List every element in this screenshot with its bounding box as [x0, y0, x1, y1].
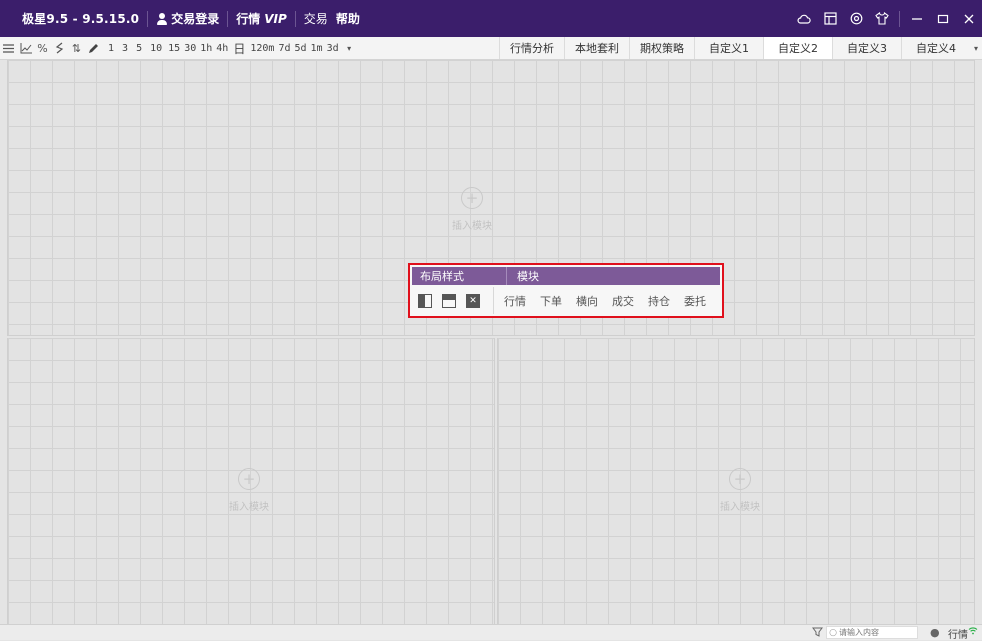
- insert-module-label: 插入模块: [720, 502, 760, 513]
- cloud-icon[interactable]: [791, 0, 817, 37]
- tab-option-strategy[interactable]: 期权策略: [629, 37, 694, 59]
- split-horizontal-icon[interactable]: [442, 293, 456, 308]
- layout-style-options: ✕: [412, 287, 494, 314]
- tab-custom-1[interactable]: 自定义1: [694, 37, 763, 59]
- workspace-tabs: 行情分析 本地套利 期权策略 自定义1 自定义2 自定义3 自定义4 ▾: [499, 37, 982, 60]
- period-1[interactable]: 1: [102, 43, 118, 54]
- search-box[interactable]: ○ 请输入内容: [826, 626, 918, 639]
- tab-custom-4[interactable]: 自定义4: [901, 37, 970, 59]
- workspace-pane-bottom-right[interactable]: + 插入模块: [497, 338, 975, 624]
- maximize-icon[interactable]: [930, 0, 956, 37]
- layout-icon[interactable]: [817, 0, 843, 37]
- tab-market-analysis[interactable]: 行情分析: [499, 37, 564, 59]
- period-7d[interactable]: 7d: [276, 43, 292, 54]
- user-icon: [156, 12, 168, 25]
- period-3d[interactable]: 3d: [325, 43, 341, 54]
- close-icon[interactable]: [956, 0, 982, 37]
- plus-icon: +: [238, 468, 260, 490]
- split-vertical-icon[interactable]: [418, 293, 432, 308]
- close-pane-icon[interactable]: ✕: [466, 293, 480, 308]
- period-5d[interactable]: 5d: [292, 43, 308, 54]
- tab-custom-2[interactable]: 自定义2: [763, 37, 832, 59]
- plus-icon: +: [461, 187, 483, 209]
- period-10[interactable]: 10: [146, 43, 166, 54]
- search-input[interactable]: 请输入内容: [839, 627, 879, 638]
- module-list: 行情 下单 横向 成交 持仓 委托: [494, 293, 720, 309]
- tab-custom-3[interactable]: 自定义3: [832, 37, 901, 59]
- module-header: 模块: [517, 270, 539, 283]
- period-5[interactable]: 5: [132, 43, 146, 54]
- period-3[interactable]: 3: [118, 43, 132, 54]
- module-fills[interactable]: 成交: [612, 293, 634, 309]
- period-120m[interactable]: 120m: [248, 43, 276, 54]
- period-15[interactable]: 15: [166, 43, 182, 54]
- separator: [899, 10, 900, 27]
- market-menu-label: 行情: [236, 12, 261, 26]
- settings-icon[interactable]: [843, 0, 869, 37]
- period-4h[interactable]: 4h: [214, 43, 230, 54]
- trade-login-label: 交易登录: [171, 12, 220, 26]
- period-day[interactable]: 日: [230, 40, 248, 57]
- module-market[interactable]: 行情: [504, 293, 526, 309]
- search-icon: ○: [829, 627, 837, 638]
- market-menu[interactable]: 行情 VIP: [228, 10, 295, 27]
- module-horizontal[interactable]: 横向: [576, 293, 598, 309]
- chat-icon[interactable]: ●: [930, 626, 940, 639]
- vip-badge[interactable]: VIP: [264, 12, 287, 26]
- popup-header: 布局样式 模块: [412, 267, 720, 285]
- module-orders[interactable]: 委托: [684, 293, 706, 309]
- notification-icon[interactable]: [812, 626, 823, 640]
- app-title: 极星9.5 - 9.5.15.0: [22, 12, 140, 26]
- module-positions[interactable]: 持仓: [648, 293, 670, 309]
- title-bar: 极星9.5 - 9.5.15.0 交易登录 行情 VIP 交易 帮助: [0, 0, 982, 37]
- period-dropdown-icon[interactable]: ▾: [341, 37, 358, 60]
- trade-login-button[interactable]: 交易登录: [148, 10, 227, 27]
- insert-module-button[interactable]: + 插入模块: [229, 468, 269, 513]
- shirt-icon[interactable]: [869, 0, 895, 37]
- layout-style-header: 布局样式: [412, 267, 507, 285]
- period-30[interactable]: 30: [182, 43, 198, 54]
- insert-module-button[interactable]: + 插入模块: [720, 468, 760, 513]
- status-bar: ○ 请输入内容 ● 行情: [0, 624, 982, 641]
- insert-module-label: 插入模块: [229, 502, 269, 513]
- percent-icon[interactable]: %: [34, 37, 51, 60]
- line-chart-icon[interactable]: [17, 37, 34, 60]
- insert-module-label: 插入模块: [452, 221, 492, 232]
- period-1h[interactable]: 1h: [198, 43, 214, 54]
- layout-popup: 布局样式 模块 ✕ 行情 下单 横向 成交 持仓 委托: [408, 263, 724, 318]
- pen-icon[interactable]: [85, 37, 102, 60]
- workspace-pane-bottom-left[interactable]: + 插入模块: [7, 338, 495, 624]
- period-1m[interactable]: 1m: [309, 43, 325, 54]
- minimize-icon[interactable]: [904, 0, 930, 37]
- wave-icon[interactable]: [51, 37, 68, 60]
- market-status-label: 行情: [948, 630, 968, 641]
- insert-module-button[interactable]: + 插入模块: [452, 187, 492, 232]
- toolbar: % ⇅ 1 3 5 10 15 30 1h 4h 日 120m 7d 5d 1m…: [0, 37, 982, 60]
- plus-icon: +: [729, 468, 751, 490]
- popup-body: ✕ 行情 下单 横向 成交 持仓 委托: [412, 287, 720, 314]
- list-icon[interactable]: [0, 37, 17, 60]
- wifi-icon: [968, 626, 978, 638]
- sort-icon[interactable]: ⇅: [68, 37, 85, 60]
- help-menu[interactable]: 帮助: [336, 10, 368, 27]
- tabs-more-icon[interactable]: ▾: [970, 37, 982, 60]
- module-order[interactable]: 下单: [540, 293, 562, 309]
- trade-menu[interactable]: 交易: [296, 10, 336, 27]
- tab-local-arbitrage[interactable]: 本地套利: [564, 37, 629, 59]
